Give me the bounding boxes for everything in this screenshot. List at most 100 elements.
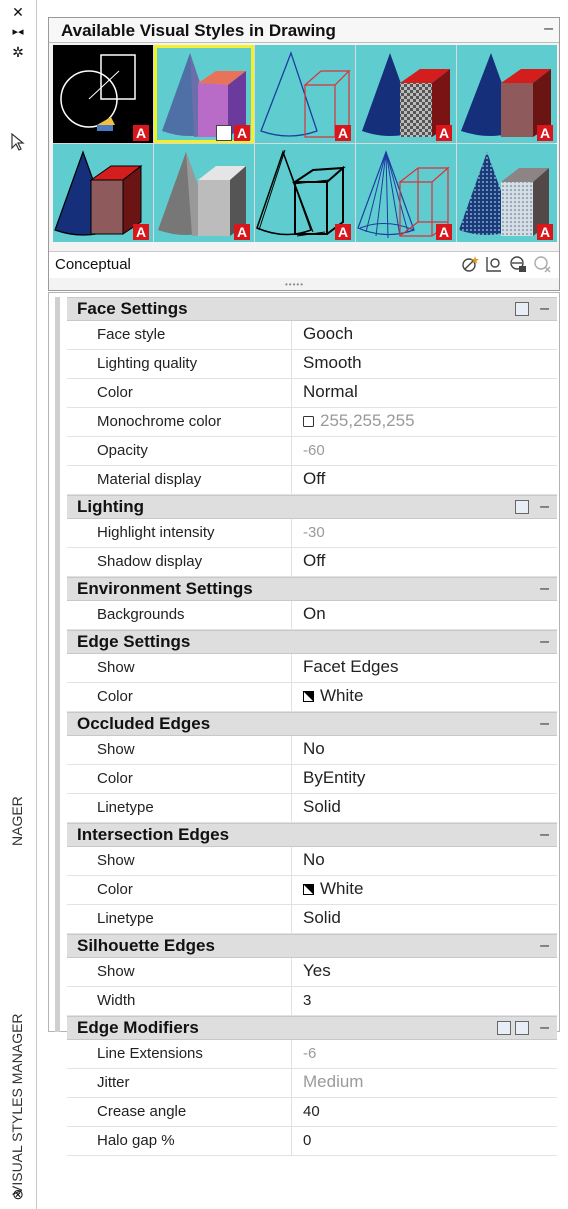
section-collapse-button[interactable]: – xyxy=(540,298,549,320)
style-thumb-wireframe[interactable]: A xyxy=(356,144,456,242)
section-collapse-button[interactable]: – xyxy=(540,578,549,600)
property-row[interactable]: Halo gap % 0 xyxy=(67,1127,557,1156)
property-value-cell[interactable]: Solid xyxy=(303,908,341,928)
autocad-badge-icon: A xyxy=(133,125,149,141)
property-row[interactable]: Linetype Solid xyxy=(67,794,557,823)
section-title: Silhouette Edges xyxy=(77,936,215,955)
section-header[interactable]: Silhouette Edges – xyxy=(67,934,557,958)
property-value-cell[interactable]: Normal xyxy=(303,382,358,402)
section-header[interactable]: Intersection Edges – xyxy=(67,823,557,847)
properties-icon[interactable]: ✲ xyxy=(10,44,26,60)
section-collapse-button[interactable]: – xyxy=(540,824,549,846)
style-thumb-2d-wireframe[interactable]: A xyxy=(53,45,153,143)
section-title: Edge Settings xyxy=(77,632,191,651)
property-row[interactable]: Color White xyxy=(67,876,557,905)
section-toggle-icon[interactable] xyxy=(515,1021,529,1035)
style-thumb-shades-of-gray[interactable]: A xyxy=(154,144,254,242)
property-row[interactable]: Monochrome color 255,255,255 xyxy=(67,408,557,437)
property-label: Show xyxy=(97,741,135,758)
property-row[interactable]: Lighting quality Smooth xyxy=(67,350,557,379)
section-collapse-button[interactable]: – xyxy=(540,631,549,653)
property-value-cell[interactable]: -60 xyxy=(303,442,325,459)
property-row[interactable]: Face style Gooch xyxy=(67,321,557,350)
property-value-cell[interactable]: 255,255,255 xyxy=(303,411,415,431)
property-value-cell[interactable]: Yes xyxy=(303,961,331,981)
property-value-cell[interactable]: Facet Edges xyxy=(303,657,398,677)
section-header[interactable]: Edge Modifiers – xyxy=(67,1016,557,1040)
style-thumb-sketchy[interactable]: A xyxy=(255,144,355,242)
close-icon[interactable]: ✕ xyxy=(10,4,26,20)
style-thumb-conceptual[interactable]: A xyxy=(154,45,254,143)
property-value-cell[interactable]: Medium xyxy=(303,1072,363,1092)
property-label: Backgrounds xyxy=(97,606,185,623)
property-value-cell[interactable]: On xyxy=(303,604,326,624)
delete-style-icon[interactable] xyxy=(533,255,551,273)
section-collapse-button[interactable]: – xyxy=(540,935,549,957)
column-divider xyxy=(291,654,292,682)
property-value-cell[interactable]: No xyxy=(303,739,325,759)
visual-styles-gallery: Available Visual Styles in Drawing – A A… xyxy=(48,17,560,291)
property-row[interactable]: Width 3 xyxy=(67,987,557,1016)
property-label: Opacity xyxy=(97,442,148,459)
section-header[interactable]: Lighting – xyxy=(67,495,557,519)
property-row[interactable]: Show No xyxy=(67,736,557,765)
property-row[interactable]: Linetype Solid xyxy=(67,905,557,934)
export-to-palette-icon[interactable] xyxy=(509,255,527,273)
section-header[interactable]: Edge Settings – xyxy=(67,630,557,654)
property-value-cell[interactable]: 0 xyxy=(303,1132,311,1149)
property-row[interactable]: Backgrounds On xyxy=(67,601,557,630)
property-row[interactable]: Color White xyxy=(67,683,557,712)
property-row[interactable]: Color ByEntity xyxy=(67,765,557,794)
property-value-cell[interactable]: White xyxy=(303,686,363,706)
property-value-cell[interactable]: White xyxy=(303,879,363,899)
style-thumb-realistic[interactable]: A xyxy=(356,45,456,143)
property-row[interactable]: Crease angle 40 xyxy=(67,1098,557,1127)
style-thumb-hidden[interactable]: A xyxy=(255,45,355,143)
property-row[interactable]: Line Extensions -6 xyxy=(67,1040,557,1069)
property-value-cell[interactable]: Off xyxy=(303,469,325,489)
property-row[interactable]: Material display Off xyxy=(67,466,557,495)
property-value-cell[interactable]: Solid xyxy=(303,797,341,817)
style-thumb-x-ray[interactable]: A xyxy=(457,144,557,242)
section-toggle-icon[interactable] xyxy=(497,1021,511,1035)
property-label: Linetype xyxy=(97,910,154,927)
property-row[interactable]: Show No xyxy=(67,847,557,876)
section-header[interactable]: Environment Settings – xyxy=(67,577,557,601)
column-divider xyxy=(291,905,292,933)
section-header[interactable]: Occluded Edges – xyxy=(67,712,557,736)
property-row[interactable]: Highlight intensity -30 xyxy=(67,519,557,548)
gallery-collapse-button[interactable]: – xyxy=(544,18,553,40)
palette-menu-icon[interactable]: ⊗ xyxy=(10,1186,26,1202)
style-thumb-shaded[interactable]: A xyxy=(457,45,557,143)
gallery-resize-grip[interactable]: ••••• xyxy=(285,280,304,289)
property-value-cell[interactable]: -30 xyxy=(303,524,325,541)
property-value-cell[interactable]: ByEntity xyxy=(303,768,365,788)
property-value-cell[interactable]: Off xyxy=(303,551,325,571)
property-row[interactable]: Color Normal xyxy=(67,379,557,408)
property-value-cell[interactable]: No xyxy=(303,850,325,870)
property-row[interactable]: Show Yes xyxy=(67,958,557,987)
section-header[interactable]: Face Settings – xyxy=(67,297,557,321)
style-thumb-shaded-with-edges[interactable]: A xyxy=(53,144,153,242)
section-collapse-button[interactable]: – xyxy=(540,496,549,518)
property-value: -30 xyxy=(303,524,325,541)
apply-to-viewport-icon[interactable] xyxy=(485,255,503,273)
property-value-cell[interactable]: Gooch xyxy=(303,324,353,344)
create-style-icon[interactable] xyxy=(461,255,479,273)
section-toggle-icon[interactable] xyxy=(515,500,529,514)
property-value-cell[interactable]: -6 xyxy=(303,1045,316,1062)
property-value-cell[interactable]: 40 xyxy=(303,1103,320,1120)
property-row[interactable]: Jitter Medium xyxy=(67,1069,557,1098)
property-value-cell[interactable]: Smooth xyxy=(303,353,362,373)
section-toggle-icon[interactable] xyxy=(515,302,529,316)
autocad-badge-icon: A xyxy=(234,125,250,141)
property-label: Monochrome color xyxy=(97,413,222,430)
property-row[interactable]: Opacity -60 xyxy=(67,437,557,466)
section-collapse-button[interactable]: – xyxy=(540,1017,549,1039)
property-row[interactable]: Shadow display Off xyxy=(67,548,557,577)
section-collapse-button[interactable]: – xyxy=(540,713,549,735)
property-row[interactable]: Show Facet Edges xyxy=(67,654,557,683)
property-value-cell[interactable]: 3 xyxy=(303,992,311,1009)
props-scrollbar[interactable] xyxy=(55,297,60,1032)
autohide-icon[interactable]: ▸◂ xyxy=(10,24,26,40)
